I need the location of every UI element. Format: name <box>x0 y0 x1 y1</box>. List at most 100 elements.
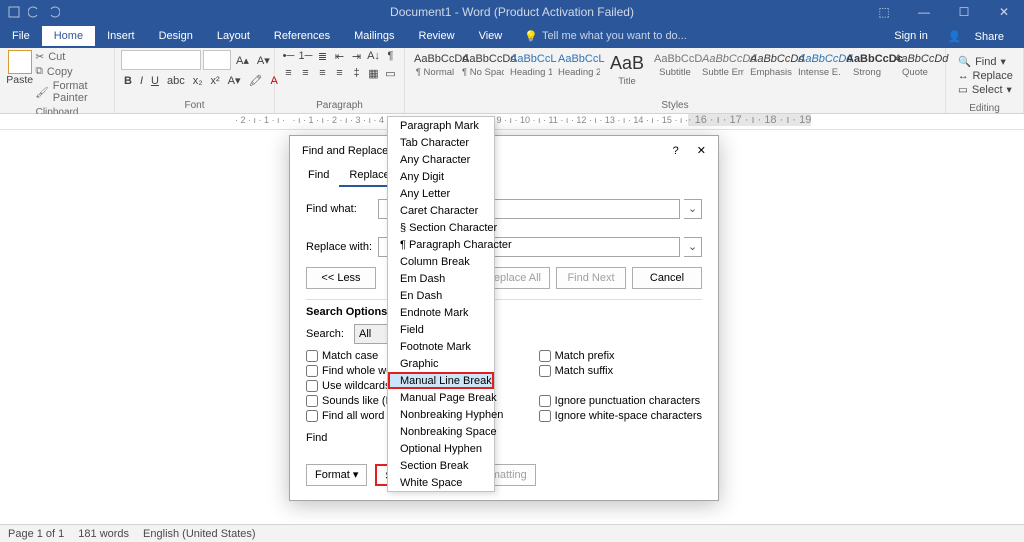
status-page[interactable]: Page 1 of 1 <box>8 528 64 540</box>
tab-review[interactable]: Review <box>407 26 467 46</box>
style-subtle-em[interactable]: AaBbCcDdSubtle Em... <box>699 50 747 94</box>
save-icon[interactable] <box>8 6 20 18</box>
special-item-paragraph-mark[interactable]: Paragraph Mark <box>388 117 494 134</box>
redo-icon[interactable] <box>48 6 60 18</box>
show-marks-button[interactable]: ¶ <box>383 50 398 63</box>
justify-button[interactable]: ≡ <box>332 67 347 80</box>
align-left-button[interactable]: ≡ <box>281 67 296 80</box>
subscript-button[interactable]: x₂ <box>190 75 206 87</box>
opt-match-suffix[interactable]: Match suffix <box>539 365 702 377</box>
special-item-nonbreaking-space[interactable]: Nonbreaking Space <box>388 423 494 440</box>
special-item-section-character[interactable]: § Section Character <box>388 219 494 236</box>
find-next-button[interactable]: Find Next <box>556 267 626 289</box>
highlight-button[interactable]: 🖍 <box>246 74 266 87</box>
replace-with-dropdown[interactable]: ⌄ <box>684 237 702 257</box>
status-language[interactable]: English (United States) <box>143 528 256 540</box>
style-quote[interactable]: AaBbCcDdQuote <box>891 50 939 94</box>
style-no-spacing[interactable]: AaBbCcDd¶ No Spac... <box>459 50 507 94</box>
close-button[interactable]: ✕ <box>984 5 1024 19</box>
special-item-manual-page-break[interactable]: Manual Page Break <box>388 389 494 406</box>
special-item-footnote-mark[interactable]: Footnote Mark <box>388 338 494 355</box>
undo-icon[interactable] <box>28 6 40 18</box>
underline-button[interactable]: U <box>148 75 162 87</box>
special-item-any-character[interactable]: Any Character <box>388 151 494 168</box>
borders-button[interactable]: ▭ <box>383 67 398 80</box>
special-item-endnote-mark[interactable]: Endnote Mark <box>388 304 494 321</box>
special-item-any-digit[interactable]: Any Digit <box>388 168 494 185</box>
special-item-field[interactable]: Field <box>388 321 494 338</box>
sign-in-button[interactable]: Sign in <box>884 26 938 47</box>
share-button[interactable]: 👤 Share <box>938 26 1024 47</box>
special-item-en-dash[interactable]: En Dash <box>388 287 494 304</box>
style-intense-em[interactable]: AaBbCcDdIntense E... <box>795 50 843 94</box>
status-words[interactable]: 181 words <box>78 528 129 540</box>
style-normal[interactable]: AaBbCcDd¶ Normal <box>411 50 459 94</box>
special-item-manual-line-break[interactable]: Manual Line Break <box>388 372 494 389</box>
special-item-graphic[interactable]: Graphic <box>388 355 494 372</box>
special-item-caret-character[interactable]: Caret Character <box>388 202 494 219</box>
shading-button[interactable]: ▦ <box>366 67 381 80</box>
find-button[interactable]: 🔍 Find ▾ <box>958 54 1011 69</box>
tab-home[interactable]: Home <box>42 26 95 46</box>
tell-me-search[interactable]: 💡 Tell me what you want to do... <box>524 30 687 43</box>
minimize-button[interactable]: — <box>904 5 944 19</box>
special-item-white-space[interactable]: White Space <box>388 474 494 491</box>
style-strong[interactable]: AaBbCcDcStrong <box>843 50 891 94</box>
grow-font-button[interactable]: A▴ <box>233 54 252 67</box>
multilevel-button[interactable]: ≣ <box>315 50 330 63</box>
decrease-indent-button[interactable]: ⇤ <box>332 50 347 63</box>
special-item-section-break[interactable]: Section Break <box>388 457 494 474</box>
select-button[interactable]: ▭ Select ▾ <box>958 83 1011 97</box>
special-item-nonbreaking-hyphen[interactable]: Nonbreaking Hyphen <box>388 406 494 423</box>
increase-indent-button[interactable]: ⇥ <box>349 50 364 63</box>
numbering-button[interactable]: 1─ <box>298 50 313 63</box>
ribbon-options-icon[interactable]: ⬚ <box>864 5 904 19</box>
dialog-tab-find[interactable]: Find <box>298 165 339 187</box>
cut-button[interactable]: ✂ Cut <box>35 50 108 64</box>
bullets-button[interactable]: •─ <box>281 50 296 63</box>
opt-ignore-punct[interactable]: Ignore punctuation characters <box>539 395 702 407</box>
paste-button[interactable]: Paste <box>6 50 33 105</box>
superscript-button[interactable]: x² <box>208 75 223 87</box>
strike-button[interactable]: abc <box>164 75 188 87</box>
format-button[interactable]: Format ▾ <box>306 464 367 486</box>
style-heading1[interactable]: AaBbCcLHeading 1 <box>507 50 555 94</box>
style-emphasis[interactable]: AaBbCcDdEmphasis <box>747 50 795 94</box>
tab-references[interactable]: References <box>262 26 342 46</box>
font-name-select[interactable] <box>121 50 201 70</box>
text-effects-button[interactable]: A▾ <box>225 74 244 87</box>
opt-ignore-space[interactable]: Ignore white-space characters <box>539 410 702 422</box>
maximize-button[interactable]: ☐ <box>944 5 984 19</box>
styles-gallery[interactable]: AaBbCcDd¶ Normal AaBbCcDd¶ No Spac... Aa… <box>411 50 939 94</box>
font-size-select[interactable] <box>203 50 231 70</box>
dialog-close-button[interactable]: ✕ <box>697 144 706 157</box>
special-item-em-dash[interactable]: Em Dash <box>388 270 494 287</box>
align-center-button[interactable]: ≡ <box>298 67 313 80</box>
dialog-help-button[interactable]: ? <box>673 145 679 157</box>
special-item-tab-character[interactable]: Tab Character <box>388 134 494 151</box>
tab-mailings[interactable]: Mailings <box>342 26 406 46</box>
italic-button[interactable]: I <box>137 75 146 87</box>
find-what-dropdown[interactable]: ⌄ <box>684 199 702 219</box>
style-heading2[interactable]: AaBbCcLHeading 2 <box>555 50 603 94</box>
tab-file[interactable]: File <box>0 26 42 46</box>
cancel-button[interactable]: Cancel <box>632 267 702 289</box>
special-item-column-break[interactable]: Column Break <box>388 253 494 270</box>
tab-design[interactable]: Design <box>147 26 205 46</box>
special-item-paragraph-character[interactable]: ¶ Paragraph Character <box>388 236 494 253</box>
opt-match-prefix[interactable]: Match prefix <box>539 350 702 362</box>
special-item-any-letter[interactable]: Any Letter <box>388 185 494 202</box>
tab-layout[interactable]: Layout <box>205 26 262 46</box>
special-item-optional-hyphen[interactable]: Optional Hyphen <box>388 440 494 457</box>
tab-view[interactable]: View <box>467 26 515 46</box>
shrink-font-button[interactable]: A▾ <box>254 54 273 67</box>
sort-button[interactable]: A↓ <box>366 50 381 63</box>
copy-button[interactable]: ⧉ Copy <box>35 64 108 79</box>
tab-insert[interactable]: Insert <box>95 26 147 46</box>
style-subtitle[interactable]: AaBbCcDSubtitle <box>651 50 699 94</box>
replace-button[interactable]: ↔ Replace <box>958 69 1011 83</box>
bold-button[interactable]: B <box>121 75 135 87</box>
line-spacing-button[interactable]: ‡ <box>349 67 364 80</box>
format-painter-button[interactable]: 🖌 Format Painter <box>35 79 108 105</box>
less-button[interactable]: << Less <box>306 267 376 289</box>
